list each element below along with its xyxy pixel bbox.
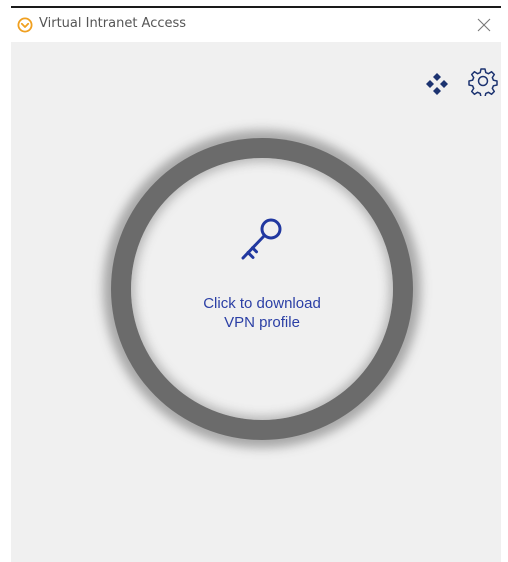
window-title: Virtual Intranet Access [39, 16, 187, 31]
app-window: Virtual Intranet Access Click to downloa… [11, 6, 501, 562]
label-line-2: VPN profile [224, 314, 300, 331]
chevron-circle-icon [17, 17, 33, 33]
label-line-1: Click to download [203, 295, 321, 312]
key-icon [241, 218, 282, 260]
title-bar: Virtual Intranet Access [11, 8, 501, 42]
connect-button-label: Click to download VPN profile [162, 294, 362, 332]
gear-icon[interactable] [468, 66, 498, 96]
close-icon[interactable] [473, 14, 495, 36]
connect-button-face[interactable]: Click to download VPN profile [131, 158, 393, 420]
network-diamond-icon[interactable] [424, 71, 450, 97]
download-vpn-profile-button[interactable]: Click to download VPN profile [111, 138, 413, 440]
